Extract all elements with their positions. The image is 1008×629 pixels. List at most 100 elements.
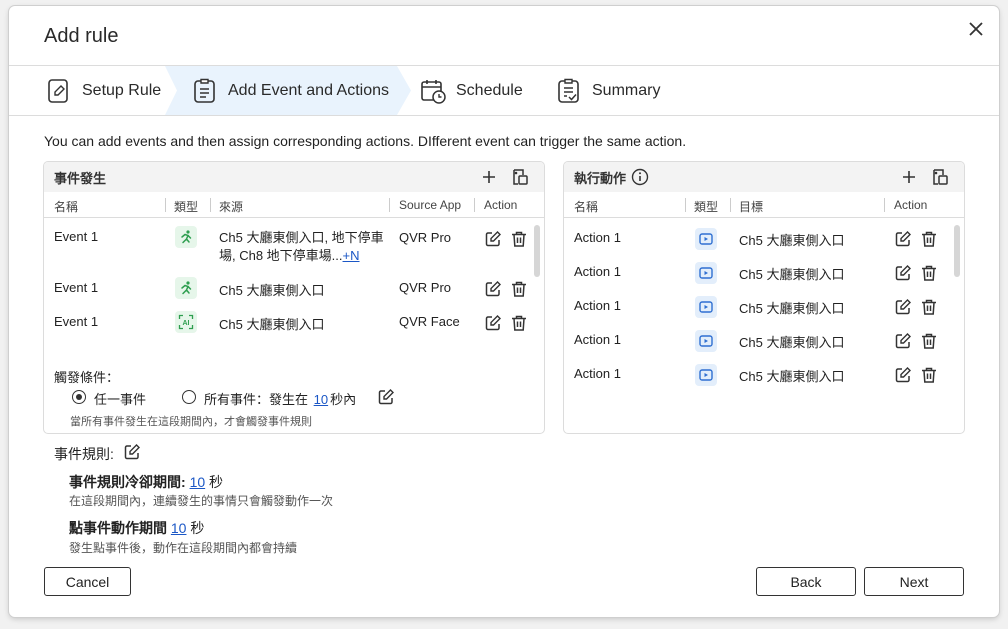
col-name: 名稱 [54,200,79,214]
more-sources-link[interactable]: +N [343,248,360,263]
action-name: Action 1 [574,230,621,245]
edit-icon[interactable] [377,388,395,406]
step-schedule[interactable]: Schedule [420,66,523,115]
edit-icon[interactable] [484,280,502,298]
event-template-icon[interactable] [510,167,530,187]
action-target: Ch5 大廳東側入口 [739,301,845,316]
action-name: Action 1 [574,298,621,313]
option-all-prefix: 所有事件：發生在 [204,392,309,407]
option-all-seconds[interactable]: 10 [314,392,328,407]
cooldown-hint: 在這段期間內，連續發生的事情只會觸發動作一次 [69,494,334,508]
video-play-icon [695,296,717,318]
event-name: Event 1 [54,229,99,244]
edit-icon[interactable] [484,230,502,248]
table-row[interactable]: Action 1 Ch5 大廳東側入口 [564,262,954,286]
edit-icon[interactable] [894,298,912,316]
edit-icon[interactable] [894,332,912,350]
add-event-icon[interactable] [479,167,499,187]
table-row[interactable]: Action 1 Ch5 大廳東側入口 [564,228,954,252]
table-row[interactable]: Action 1 Ch5 大廳東側入口 [564,364,954,388]
duration-value[interactable]: 10 [171,520,187,536]
action-target: Ch5 大廳東側入口 [739,267,845,282]
duration-row: 點事件動作期間 10 秒 [69,518,204,538]
action-target: Ch5 大廳東側入口 [739,369,845,384]
events-panel-title: 事件發生 [54,170,107,186]
duration-hint: 發生點事件後，動作在這段期間內都會持續 [69,541,298,555]
table-row[interactable]: Event 1 Ch5 大廳東側入口 QVR Pro [44,277,534,306]
trash-icon[interactable] [920,332,938,350]
trash-icon[interactable] [920,264,938,282]
duration-label: 點事件動作期間 [69,520,167,536]
list-document-icon [194,78,215,103]
step-label: Schedule [456,81,523,99]
action-template-icon[interactable] [930,167,950,187]
events-panel-header: 事件發生 [44,162,544,192]
action-target: Ch5 大廳東側入口 [739,335,845,350]
col-action: Action [894,198,928,212]
event-source-app: QVR Face [399,314,460,329]
column-divider [210,198,211,212]
edit-icon[interactable] [894,264,912,282]
cancel-button[interactable]: Cancel [44,567,131,596]
event-name: Event 1 [54,314,99,329]
next-button[interactable]: Next [864,567,964,596]
step-setup-rule[interactable]: Setup Rule [46,66,161,115]
table-row[interactable]: Event 1 AI Ch5 大廳東側入口 QVR Face [44,311,534,340]
option-hint: 當所有事件發生在這段期間內，才會觸發事件規則 [70,416,312,428]
edit-icon[interactable] [894,366,912,384]
table-row[interactable]: Action 1 Ch5 大廳東側入口 [564,330,954,354]
edit-icon[interactable] [894,230,912,248]
step-add-event-actions[interactable]: Add Event and Actions [192,66,389,115]
edit-document-icon [48,78,68,103]
table-row[interactable]: Action 1 Ch5 大廳東側入口 [564,296,954,320]
event-source: Ch5 大廳東側入口, 地下停車 場, Ch8 地下停車場...+N [219,229,389,265]
col-source-app: Source App [399,198,462,212]
trash-icon[interactable] [510,280,528,298]
action-name: Action 1 [574,264,621,279]
source-line-1: Ch5 大廳東側入口, 地下停車 [219,230,384,245]
event-source: Ch5 大廳東側入口 [219,317,325,332]
video-play-icon [695,228,717,250]
col-target: 目標 [739,200,764,214]
add-action-icon[interactable] [899,167,919,187]
video-play-icon [695,330,717,352]
ai-face-icon: AI [175,311,197,333]
actions-panel: 執行動作 名稱 類型 目標 Action Action 1 Ch5 大廳東側入口… [563,161,965,434]
step-label: Setup Rule [82,81,162,99]
event-source-app: QVR Pro [399,280,452,295]
actions-table-header: 名稱 類型 目標 Action [564,192,964,218]
info-icon[interactable] [631,168,649,186]
event-source-app: QVR Pro [399,230,452,245]
cooldown-row: 事件規則冷卻期間: 10 秒 [69,472,223,492]
step-summary[interactable]: Summary [556,66,660,115]
column-divider [685,198,686,212]
trash-icon[interactable] [510,314,528,332]
col-action: Action [484,198,518,212]
col-source: 來源 [219,200,244,214]
option-all-label: 所有事件：發生在 10 秒內 [204,389,356,408]
trash-icon[interactable] [920,366,938,384]
action-target: Ch5 大廳東側入口 [739,233,845,248]
column-divider [165,198,166,212]
close-icon[interactable] [967,20,985,38]
event-source: Ch5 大廳東側入口 [219,283,325,298]
actions-scrollbar[interactable] [954,225,960,277]
trash-icon[interactable] [510,230,528,248]
duration-unit: 秒 [190,520,205,536]
radio-any-event[interactable] [72,390,86,404]
table-row[interactable]: Event 1 Ch5 大廳東側入口, 地下停車 場, Ch8 地下停車場...+… [44,226,534,273]
column-divider [730,198,731,212]
col-type: 類型 [694,200,719,214]
edit-icon[interactable] [484,314,502,332]
radio-all-events[interactable] [182,390,196,404]
back-button[interactable]: Back [756,567,856,596]
actions-panel-header: 執行動作 [564,162,964,192]
col-type: 類型 [174,200,199,214]
cooldown-value[interactable]: 10 [190,474,206,490]
intro-text: You can add events and then assign corre… [44,133,687,149]
trash-icon[interactable] [920,298,938,316]
events-scrollbar[interactable] [534,225,540,277]
video-play-icon [695,364,717,386]
edit-icon[interactable] [123,443,141,461]
trash-icon[interactable] [920,230,938,248]
